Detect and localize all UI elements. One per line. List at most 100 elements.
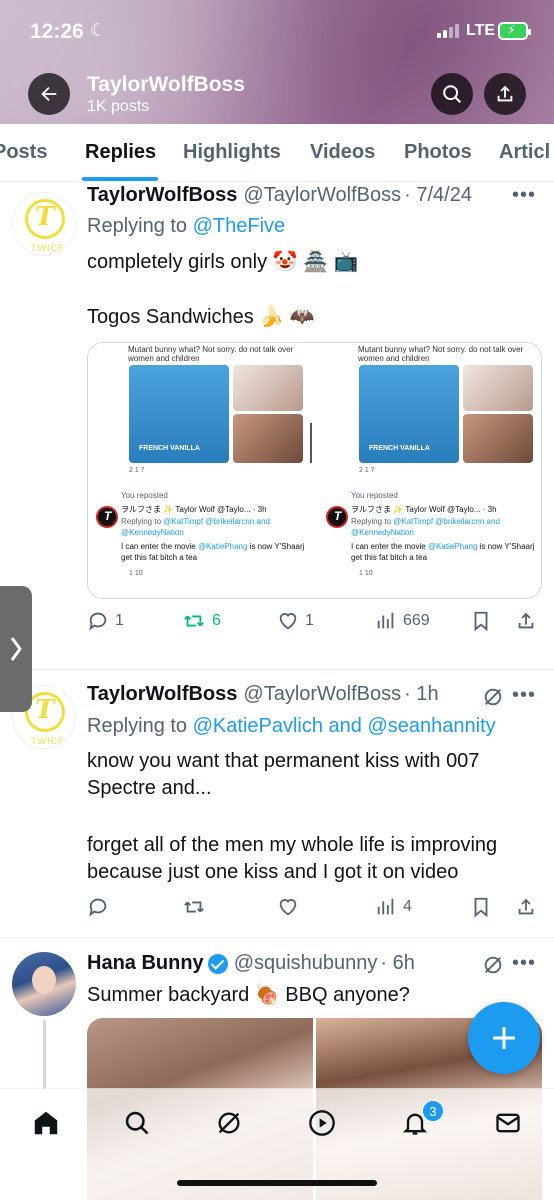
verified-badge-icon (207, 953, 228, 974)
replying-to: Replying to @TheFive (87, 215, 285, 238)
compose-button[interactable] (468, 1002, 540, 1074)
embedded-photo (463, 365, 533, 411)
media-image[interactable]: Mutant bunny what? Not sorry. do not tal… (318, 343, 541, 598)
embedded-replying: Replying to @KatTimpf @brikeilarcnn and … (121, 516, 311, 538)
twice-logo-icon: T (25, 199, 65, 239)
views-button[interactable]: 669 (375, 610, 430, 632)
share-icon (497, 85, 513, 102)
chevron-right-icon (10, 637, 22, 661)
grok-icon[interactable] (482, 686, 504, 708)
profile-name: TaylorWolfBoss (87, 73, 245, 96)
side-drawer-handle[interactable] (0, 586, 32, 712)
embedded-stats: 2 1 7 (129, 467, 145, 474)
home-indicator (177, 1180, 377, 1186)
share-post-button[interactable] (515, 610, 537, 632)
tweet[interactable]: T TWICE TaylorWolfBoss @TaylorWolfBoss ·… (0, 670, 554, 938)
embedded-text: I can enter the movie @KatiePhang is now… (121, 541, 311, 563)
signal-icon (437, 24, 459, 38)
tweet-text-line: Togos Sandwiches 🍌 🦇 (87, 306, 315, 328)
tab-posts[interactable]: Posts (0, 141, 47, 164)
video-tab[interactable] (306, 1107, 338, 1139)
messages-tab[interactable] (492, 1107, 524, 1139)
bookmark-icon (474, 611, 488, 632)
embedded-replying: Replying to @KatTimpf @brikeilarcnn and … (351, 516, 541, 538)
home-tab[interactable] (30, 1107, 62, 1139)
heart-icon (279, 613, 297, 630)
more-options-icon[interactable]: ••• (512, 184, 536, 207)
views-button[interactable]: 4 (375, 896, 412, 918)
embedded-mention: @KatiePhang (427, 542, 478, 551)
more-options-icon[interactable]: ••• (512, 684, 536, 707)
views-icon (377, 612, 394, 629)
embedded-photo (233, 414, 303, 463)
reply-count: 1 (115, 612, 124, 629)
arrow-left-icon (41, 86, 57, 102)
tab-replies[interactable]: Replies (85, 141, 156, 164)
plus-icon (493, 1027, 515, 1049)
replying-to: Replying to @KatiePavlich and @seanhanni… (87, 715, 496, 738)
replying-label: Replying to (87, 715, 188, 737)
divider (310, 423, 312, 463)
avatar[interactable]: T TWICE (12, 192, 76, 256)
more-options-icon[interactable]: ••• (512, 952, 536, 975)
like-count: 1 (305, 612, 314, 629)
repost-count: 6 (212, 612, 221, 629)
share-button[interactable] (484, 73, 526, 115)
tweet-media[interactable]: Mutant bunny what? Not sorry. do not tal… (87, 342, 542, 599)
embedded-text-a: I can enter the movie (121, 542, 198, 551)
bookmark-button[interactable] (470, 610, 492, 632)
tab-articles[interactable]: Articl (499, 141, 550, 164)
replying-to-link[interactable]: @KatiePavlich and @seanhannity (193, 715, 496, 737)
search-button[interactable] (431, 73, 473, 115)
tab-photos[interactable]: Photos (404, 141, 472, 164)
media-image[interactable]: Mutant bunny what? Not sorry. do not tal… (88, 343, 315, 598)
repost-icon (184, 901, 204, 913)
share-post-button[interactable] (515, 896, 537, 918)
author-handle: @squishubunny (233, 952, 378, 974)
battery-icon: ⚡ (498, 22, 531, 40)
back-button[interactable] (28, 73, 70, 115)
bookmark-button[interactable] (470, 896, 492, 918)
like-button[interactable] (277, 896, 299, 918)
embedded-avatar (326, 506, 348, 528)
grok-icon[interactable] (482, 954, 504, 976)
embedded-stats: 1 10 (359, 570, 373, 577)
bookmark-icon (474, 897, 488, 918)
author-name[interactable]: Hana Bunny (87, 952, 204, 975)
repost-button[interactable]: 6 (182, 610, 221, 632)
replying-to-link[interactable]: @TheFive (193, 215, 286, 237)
embedded-mention: @KatiePhang (197, 542, 248, 551)
embedded-caption: Mutant bunny what? Not sorry. do not tal… (358, 345, 524, 363)
notification-badge: 3 (422, 1100, 444, 1122)
share-icon (518, 898, 534, 915)
embedded-stats: 1 10 (129, 570, 143, 577)
reply-button[interactable] (87, 896, 109, 918)
author-handle: @TaylorWolfBoss (243, 184, 402, 206)
envelope-icon (496, 1113, 520, 1133)
embedded-author: ヲルフさま ✨ Taylor Wolf @Taylo... · 3h (121, 505, 267, 514)
product-label: FRENCH VANILLA (369, 445, 430, 452)
like-button[interactable]: 1 (277, 610, 314, 632)
network-label: LTE (466, 22, 496, 39)
embedded-reposted: You reposted (121, 491, 168, 500)
tweet-time: · 1h (404, 683, 439, 705)
tweet-actions: 4 (87, 896, 537, 926)
play-icon (309, 1110, 335, 1136)
grok-tab[interactable] (213, 1107, 245, 1139)
tab-highlights[interactable]: Highlights (183, 141, 281, 164)
embedded-replying-label: Replying to (351, 517, 394, 526)
reply-button[interactable]: 1 (87, 610, 124, 632)
author-name[interactable]: TaylorWolfBoss (87, 184, 237, 207)
avatar[interactable] (12, 952, 76, 1016)
reply-icon (89, 898, 107, 917)
tweet-time: · 7/4/24 (404, 184, 472, 206)
status-time: 12:26 (30, 20, 84, 43)
explore-tab[interactable] (121, 1107, 153, 1139)
tweet-header: TaylorWolfBoss @TaylorWolfBoss · 1h (87, 683, 439, 706)
tab-videos[interactable]: Videos (310, 141, 375, 164)
repost-button[interactable] (182, 896, 206, 918)
product-label: FRENCH VANILLA (139, 445, 200, 452)
author-name[interactable]: TaylorWolfBoss (87, 683, 237, 706)
product-image: FRENCH VANILLA (359, 365, 459, 463)
views-count: 669 (403, 612, 430, 629)
